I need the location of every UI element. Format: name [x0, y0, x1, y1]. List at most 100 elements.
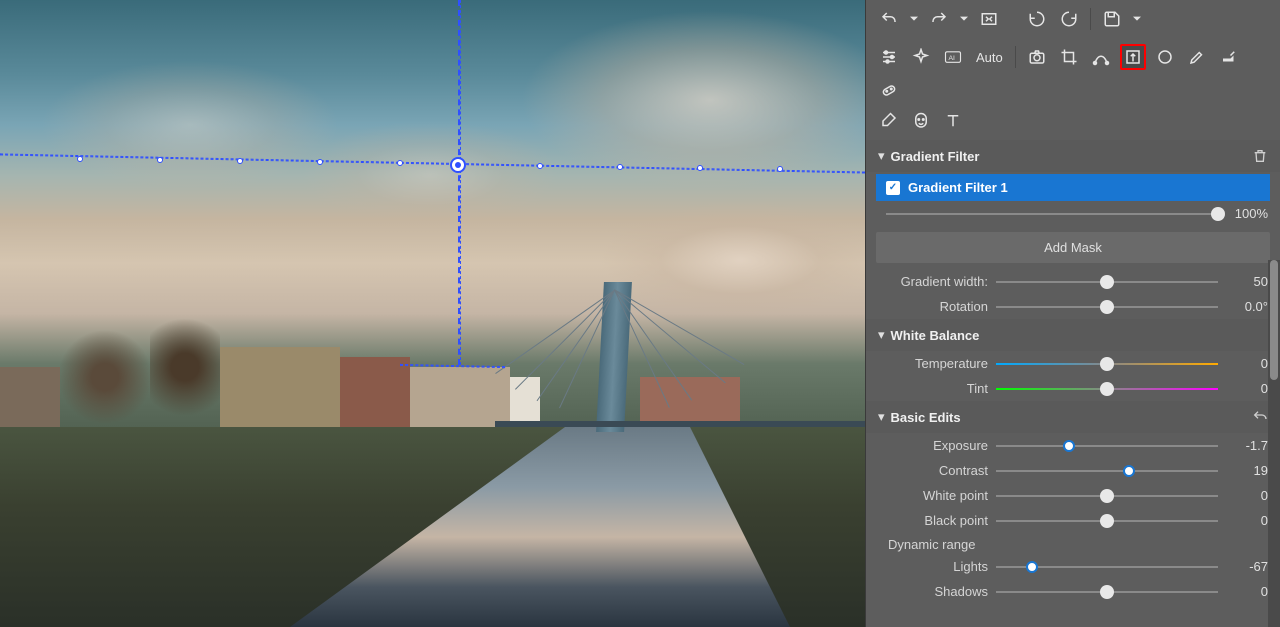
tools-toolbar: AI Auto: [866, 38, 1280, 108]
slider-thumb[interactable]: [1063, 440, 1075, 452]
shadows-row: Shadows 0: [866, 579, 1280, 604]
cloud: [300, 120, 560, 230]
adjustments-icon[interactable]: [876, 44, 902, 70]
scrollbar-track[interactable]: [1268, 260, 1280, 627]
rotation-label: Rotation: [878, 299, 988, 314]
scrollbar-thumb[interactable]: [1270, 260, 1278, 380]
lights-label: Lights: [878, 559, 988, 574]
auto-button[interactable]: Auto: [972, 48, 1007, 67]
crop-icon[interactable]: [1056, 44, 1082, 70]
undo-dropdown-icon[interactable]: [908, 6, 920, 32]
slider-thumb[interactable]: [1100, 585, 1114, 599]
delete-icon[interactable]: [1252, 148, 1268, 164]
gradient-dot: [157, 157, 163, 163]
opacity-value[interactable]: 100%: [1226, 206, 1268, 221]
redo-icon[interactable]: [926, 6, 952, 32]
gradient-filter-icon[interactable]: [1120, 44, 1146, 70]
slider-thumb[interactable]: [1100, 514, 1114, 528]
compare-icon[interactable]: [976, 6, 1002, 32]
redo-dropdown-icon[interactable]: [958, 6, 970, 32]
separator: [1015, 46, 1016, 68]
rotate-left-icon[interactable]: [1024, 6, 1050, 32]
gradient-filter-panel: ▾ Gradient Filter ✓ Gradient Filter 1 10…: [866, 140, 1280, 319]
panel-title: White Balance: [891, 328, 1268, 343]
eraser-icon[interactable]: [876, 108, 902, 134]
shadows-value[interactable]: 0: [1226, 584, 1268, 599]
patch-icon[interactable]: [876, 76, 902, 102]
lights-value[interactable]: -67: [1226, 559, 1268, 574]
temperature-row: Temperature 0: [866, 351, 1280, 376]
slider-thumb[interactable]: [1026, 561, 1038, 573]
cloud: [40, 60, 340, 190]
exposure-slider[interactable]: [996, 445, 1218, 447]
camera-icon[interactable]: [1024, 44, 1050, 70]
save-icon[interactable]: [1099, 6, 1125, 32]
opacity-slider[interactable]: [886, 213, 1218, 215]
image-canvas[interactable]: [0, 0, 865, 627]
contrast-row: Contrast 19: [866, 458, 1280, 483]
gradient-handle-vertical[interactable]: [458, 0, 461, 165]
gradient-dot: [317, 159, 323, 165]
gradient-dot: [77, 156, 83, 162]
contrast-label: Contrast: [878, 463, 988, 478]
gradient-width-slider[interactable]: [996, 281, 1218, 283]
panel-title: Gradient Filter: [891, 149, 1252, 164]
black-point-slider[interactable]: [996, 520, 1218, 522]
buildings: [0, 297, 865, 427]
retouch-icon[interactable]: [1216, 44, 1242, 70]
rotate-right-icon[interactable]: [1056, 6, 1082, 32]
contrast-value[interactable]: 19: [1226, 463, 1268, 478]
radial-filter-icon[interactable]: [1152, 44, 1178, 70]
gradient-width-label: Gradient width:: [878, 274, 988, 289]
gradient-dot: [397, 160, 403, 166]
quick-edits-icon[interactable]: [908, 44, 934, 70]
basic-edits-header[interactable]: ▾ Basic Edits: [866, 401, 1280, 433]
tint-slider[interactable]: [996, 388, 1218, 390]
collapse-icon: ▾: [878, 327, 885, 343]
rotation-slider[interactable]: [996, 306, 1218, 308]
tint-value[interactable]: 0: [1226, 381, 1268, 396]
slider-thumb[interactable]: [1100, 357, 1114, 371]
slider-thumb[interactable]: [1100, 489, 1114, 503]
slider-thumb[interactable]: [1100, 382, 1114, 396]
exposure-value[interactable]: -1.7: [1226, 438, 1268, 453]
slider-thumb[interactable]: [1100, 275, 1114, 289]
white-balance-header[interactable]: ▾ White Balance: [866, 319, 1280, 351]
shadows-slider[interactable]: [996, 591, 1218, 593]
slider-thumb[interactable]: [1211, 207, 1225, 221]
gradient-width-value[interactable]: 50: [1226, 274, 1268, 289]
ai-icon[interactable]: AI: [940, 44, 966, 70]
text-icon[interactable]: [940, 108, 966, 134]
curve-icon[interactable]: [1088, 44, 1114, 70]
save-dropdown-icon[interactable]: [1131, 6, 1143, 32]
contrast-slider[interactable]: [996, 470, 1218, 472]
face-icon[interactable]: [908, 108, 934, 134]
white-point-slider[interactable]: [996, 495, 1218, 497]
slider-thumb[interactable]: [1123, 465, 1135, 477]
gradient-filter-header[interactable]: ▾ Gradient Filter: [866, 140, 1280, 172]
sidebar: AI Auto: [865, 0, 1280, 627]
filter-list-item[interactable]: ✓ Gradient Filter 1: [876, 174, 1270, 201]
separator: [1090, 8, 1091, 30]
black-point-label: Black point: [878, 513, 988, 528]
filter-checkbox[interactable]: ✓: [886, 181, 900, 195]
gradient-width-row: Gradient width: 50: [866, 269, 1280, 294]
gradient-center-handle[interactable]: [450, 157, 466, 173]
rotation-value[interactable]: 0.0°: [1226, 299, 1268, 314]
white-point-value[interactable]: 0: [1226, 488, 1268, 503]
temperature-slider[interactable]: [996, 363, 1218, 365]
reset-icon[interactable]: [1252, 409, 1268, 425]
opacity-slider-row: 100%: [866, 201, 1280, 226]
white-point-label: White point: [878, 488, 988, 503]
gradient-handle-vertical[interactable]: [458, 165, 461, 365]
add-mask-button[interactable]: Add Mask: [876, 232, 1270, 263]
lights-slider[interactable]: [996, 566, 1218, 568]
history-toolbar: [866, 0, 1280, 38]
svg-text:AI: AI: [949, 55, 956, 62]
brush-filter-icon[interactable]: [1184, 44, 1210, 70]
undo-icon[interactable]: [876, 6, 902, 32]
basic-edits-panel: ▾ Basic Edits Exposure -1.7 Contrast: [866, 401, 1280, 604]
black-point-value[interactable]: 0: [1226, 513, 1268, 528]
temperature-value[interactable]: 0: [1226, 356, 1268, 371]
slider-thumb[interactable]: [1100, 300, 1114, 314]
